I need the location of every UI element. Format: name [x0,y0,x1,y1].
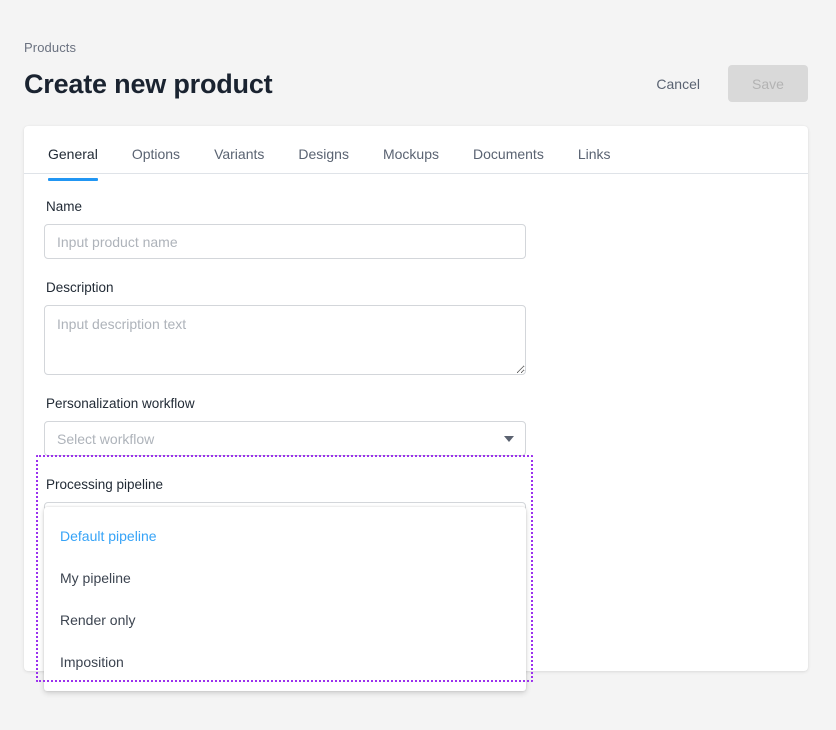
pipeline-label: Processing pipeline [46,477,164,492]
product-name-input[interactable] [44,224,526,259]
tab-mockups[interactable]: Mockups [383,126,439,163]
save-button[interactable]: Save [728,65,808,102]
workflow-label: Personalization workflow [46,396,195,411]
name-label: Name [46,199,83,214]
tab-options[interactable]: Options [132,126,180,163]
tab-documents[interactable]: Documents [473,126,544,163]
breadcrumb[interactable]: Products [24,40,808,56]
header-actions: Cancel Save [652,65,808,102]
workflow-select[interactable]: Select workflow [44,421,526,456]
dropdown-option-default-pipeline[interactable]: Default pipeline [44,515,526,557]
dropdown-option-my-pipeline[interactable]: My pipeline [44,557,526,599]
tab-general[interactable]: General [48,126,98,181]
name-field-group: Name [44,198,784,259]
title-row: Create new product Cancel Save [24,65,808,102]
workflow-select-wrap: Select workflow [44,421,526,456]
tab-variants[interactable]: Variants [214,126,264,163]
cancel-button[interactable]: Cancel [652,67,704,101]
workflow-select-value: Select workflow [57,430,155,447]
dropdown-option-imposition[interactable]: Imposition [44,641,526,683]
description-label: Description [46,280,114,295]
product-description-textarea[interactable] [44,305,526,375]
description-field-group: Description [44,279,784,375]
page-title: Create new product [24,68,273,99]
page-header: Products Create new product Cancel Save [24,40,808,116]
dropdown-option-render-only[interactable]: Render only [44,599,526,641]
pipeline-dropdown-menu[interactable]: Default pipeline My pipeline Render only… [44,507,526,691]
tab-links[interactable]: Links [578,126,611,163]
general-form: Name Description Personalization workflo… [24,174,808,537]
tab-designs[interactable]: Designs [298,126,349,163]
tab-bar: General Options Variants Designs Mockups… [24,126,808,181]
workflow-field-group: Personalization workflow Select workflow [44,395,784,456]
